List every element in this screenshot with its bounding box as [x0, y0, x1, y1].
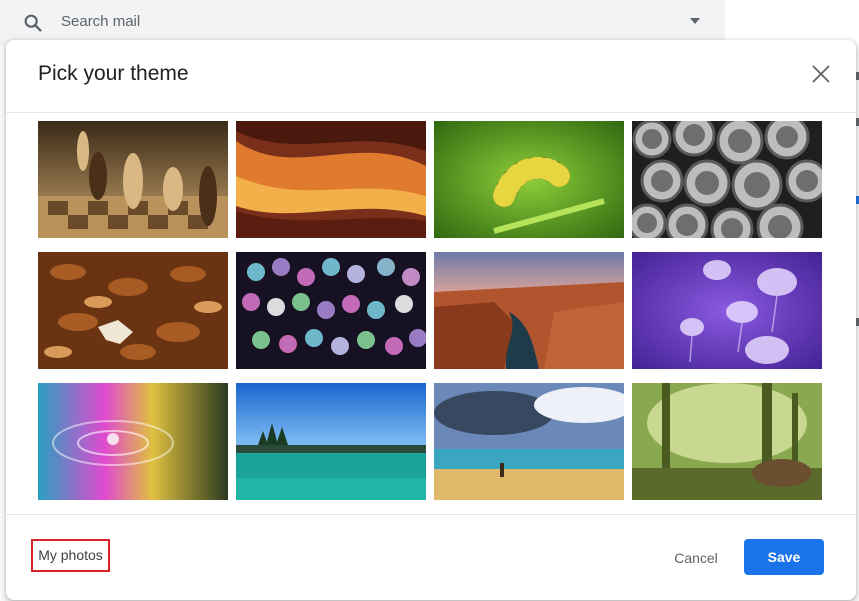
close-icon[interactable]: [809, 62, 833, 86]
search-icon[interactable]: [22, 12, 44, 34]
theme-water-drop[interactable]: [38, 383, 228, 500]
my-photos-button[interactable]: My photos: [31, 539, 110, 572]
dialog-title: Pick your theme: [38, 62, 189, 85]
theme-jellyfish[interactable]: [632, 252, 822, 369]
theme-pipes[interactable]: [632, 121, 822, 238]
theme-caterpillar[interactable]: [434, 121, 624, 238]
search-input[interactable]: Search mail: [61, 13, 140, 30]
dialog-header: Pick your theme: [6, 40, 856, 113]
theme-autumn-leaves[interactable]: [38, 252, 228, 369]
theme-beach[interactable]: [434, 383, 624, 500]
theme-canyon-cave[interactable]: [236, 121, 426, 238]
theme-dialog: Pick your theme My photos Cancel Save: [6, 40, 856, 600]
dialog-footer: My photos Cancel Save: [6, 514, 856, 601]
theme-chess[interactable]: [38, 121, 228, 238]
cancel-button[interactable]: Cancel: [658, 540, 734, 576]
save-button[interactable]: Save: [744, 539, 824, 575]
theme-bokeh-lights[interactable]: [236, 252, 426, 369]
theme-lake-shore[interactable]: [236, 383, 426, 500]
search-options-icon[interactable]: [690, 18, 700, 24]
theme-grand-canyon[interactable]: [434, 252, 624, 369]
theme-forest[interactable]: [632, 383, 822, 500]
